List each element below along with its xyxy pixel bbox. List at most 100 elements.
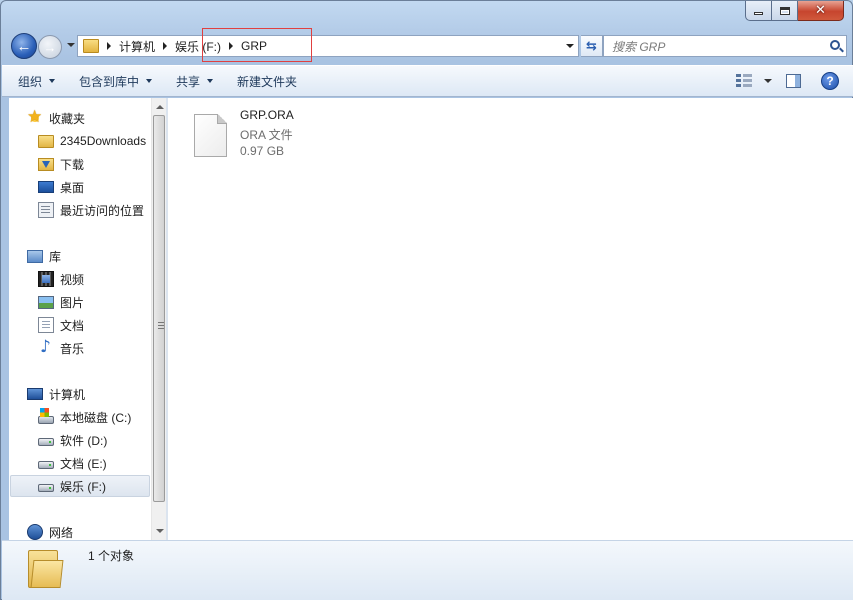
sidebar-item-music[interactable]: 音乐	[38, 337, 84, 359]
sidebar-item-downloads[interactable]: 下载	[38, 153, 84, 175]
title-bar[interactable]: ✕	[1, 1, 852, 29]
help-icon[interactable]: ?	[821, 72, 839, 90]
scroll-up-arrow-icon[interactable]	[156, 105, 164, 109]
sidebar-item-drive-f[interactable]: 娱乐 (F:)	[10, 475, 150, 497]
video-icon	[38, 271, 54, 287]
forward-button[interactable]: →	[38, 35, 62, 59]
item-count: 1 个对象	[88, 549, 135, 563]
folder-icon	[83, 39, 99, 53]
sidebar-item-label: 本地磁盘 (C:)	[60, 410, 132, 425]
folder-icon	[38, 134, 54, 148]
breadcrumb-computer[interactable]: 计算机	[119, 38, 155, 55]
sidebar-item-label: 收藏夹	[49, 111, 86, 126]
file-size: 0.97 GB	[240, 144, 285, 158]
preview-pane-icon[interactable]	[786, 74, 801, 88]
sidebar-item-label: 2345Downloads	[60, 134, 147, 148]
picture-icon	[38, 295, 54, 309]
sidebar-network[interactable]: 网络	[27, 521, 73, 540]
back-arrow-icon: ←	[16, 37, 32, 55]
sidebar-item-label: 图片	[60, 295, 85, 310]
file-name: GRP.ORA	[240, 108, 294, 122]
sidebar-item-drive-d[interactable]: 软件 (D:)	[38, 429, 107, 451]
breadcrumb-separator[interactable]	[229, 42, 234, 50]
sidebar-item-drive-c[interactable]: 本地磁盘 (C:)	[38, 406, 131, 428]
sidebar-item-recent-places[interactable]: 最近访问的位置	[38, 199, 144, 221]
organize-label: 组织	[18, 74, 43, 89]
chevron-down-icon	[207, 79, 214, 83]
sidebar-item-label: 软件 (D:)	[60, 433, 108, 448]
sidebar-item-label: 库	[49, 249, 62, 264]
folder-icon	[28, 550, 66, 588]
library-icon	[27, 249, 43, 263]
breadcrumb-separator[interactable]	[107, 42, 111, 50]
view-options-dropdown[interactable]	[764, 79, 772, 83]
search-input[interactable]	[612, 39, 822, 55]
music-note-icon	[38, 337, 54, 357]
file-item-grp-ora[interactable]: GRP.ORA ORA 文件 0.97 GB	[192, 108, 412, 164]
sidebar-item-label: 桌面	[60, 180, 85, 195]
share-menu[interactable]: 共享	[168, 69, 221, 93]
view-controls: ?	[736, 66, 853, 96]
sidebar-libraries[interactable]: 库	[27, 245, 61, 267]
recent-pages-dropdown[interactable]	[67, 43, 75, 47]
sidebar-computer[interactable]: 计算机	[27, 383, 85, 405]
close-button[interactable]: ✕	[798, 1, 844, 21]
scrollbar-thumb[interactable]	[153, 115, 165, 502]
organize-menu[interactable]: 组织	[10, 69, 63, 93]
details-pane: 1 个对象	[2, 540, 853, 600]
navigation-scrollbar[interactable]	[151, 98, 166, 540]
share-label: 共享	[176, 74, 201, 89]
sidebar-item-label: 娱乐 (F:)	[60, 479, 106, 494]
computer-icon	[27, 388, 43, 400]
sidebar-item-videos[interactable]: 视频	[38, 268, 84, 290]
sidebar-item-pictures[interactable]: 图片	[38, 291, 84, 313]
sidebar-item-label: 计算机	[49, 387, 86, 402]
sidebar-item-label: 视频	[60, 272, 85, 287]
maximize-button[interactable]	[772, 1, 798, 21]
include-in-library-label: 包含到库中	[79, 74, 140, 89]
address-history-dropdown[interactable]	[566, 44, 574, 48]
breadcrumb-grp[interactable]: GRP	[241, 39, 267, 53]
sidebar-item-label: 最近访问的位置	[60, 203, 145, 218]
grip-icon	[158, 322, 164, 329]
sidebar-item-desktop[interactable]: 桌面	[38, 176, 84, 198]
address-bar[interactable]: 计算机 娱乐 (F:) GRP	[77, 35, 579, 57]
breadcrumb-separator[interactable]	[163, 42, 168, 50]
minimize-button[interactable]	[745, 1, 772, 21]
file-type: ORA 文件	[240, 128, 293, 142]
sidebar-item-2345downloads[interactable]: 2345Downloads	[38, 130, 146, 152]
maximize-icon	[779, 6, 790, 15]
close-icon: ✕	[815, 3, 826, 18]
refresh-button[interactable]: ⇆	[581, 35, 603, 57]
download-folder-icon	[38, 157, 54, 171]
new-folder-button[interactable]: 新建文件夹	[229, 69, 305, 93]
navigation-row: ← → 计算机 娱乐 (F:) GRP ⇆	[9, 31, 847, 63]
caption-buttons: ✕	[745, 1, 844, 21]
breadcrumb-drive-f[interactable]: 娱乐 (F:)	[175, 38, 221, 55]
forward-arrow-icon: →	[43, 39, 57, 55]
sidebar-item-documents[interactable]: 文档	[38, 314, 84, 336]
chevron-down-icon	[146, 79, 153, 83]
recent-places-icon	[38, 202, 54, 218]
chevron-down-icon	[49, 79, 56, 83]
sidebar-item-label: 网络	[49, 525, 74, 540]
explorer-window: ✕ ← → 计算机 娱乐 (F:) GRP ⇆ 组织 包含到库中 共享 新建文件…	[0, 0, 853, 600]
sidebar-favorites[interactable]: 收藏夹	[27, 107, 85, 129]
desktop-icon	[38, 181, 54, 193]
back-button[interactable]: ←	[11, 33, 37, 59]
navigation-pane: 收藏夹 2345Downloads 下载 桌面 最近访问的位置 库 视频 图片 …	[9, 98, 151, 540]
search-icon[interactable]	[830, 40, 840, 50]
change-view-icon[interactable]	[736, 74, 752, 88]
scroll-down-arrow-icon[interactable]	[156, 529, 164, 533]
sidebar-item-label: 音乐	[60, 341, 85, 356]
network-icon	[27, 524, 43, 540]
sidebar-item-label: 文档	[60, 318, 85, 333]
file-list[interactable]: GRP.ORA ORA 文件 0.97 GB	[168, 98, 853, 540]
minimize-icon	[754, 12, 763, 15]
sidebar-item-drive-e[interactable]: 文档 (E:)	[38, 452, 107, 474]
drive-icon	[38, 438, 54, 446]
drive-icon	[38, 461, 54, 469]
system-drive-icon	[38, 408, 54, 424]
include-in-library-menu[interactable]: 包含到库中	[71, 69, 160, 93]
command-bar: 组织 包含到库中 共享 新建文件夹 ?	[2, 65, 853, 97]
